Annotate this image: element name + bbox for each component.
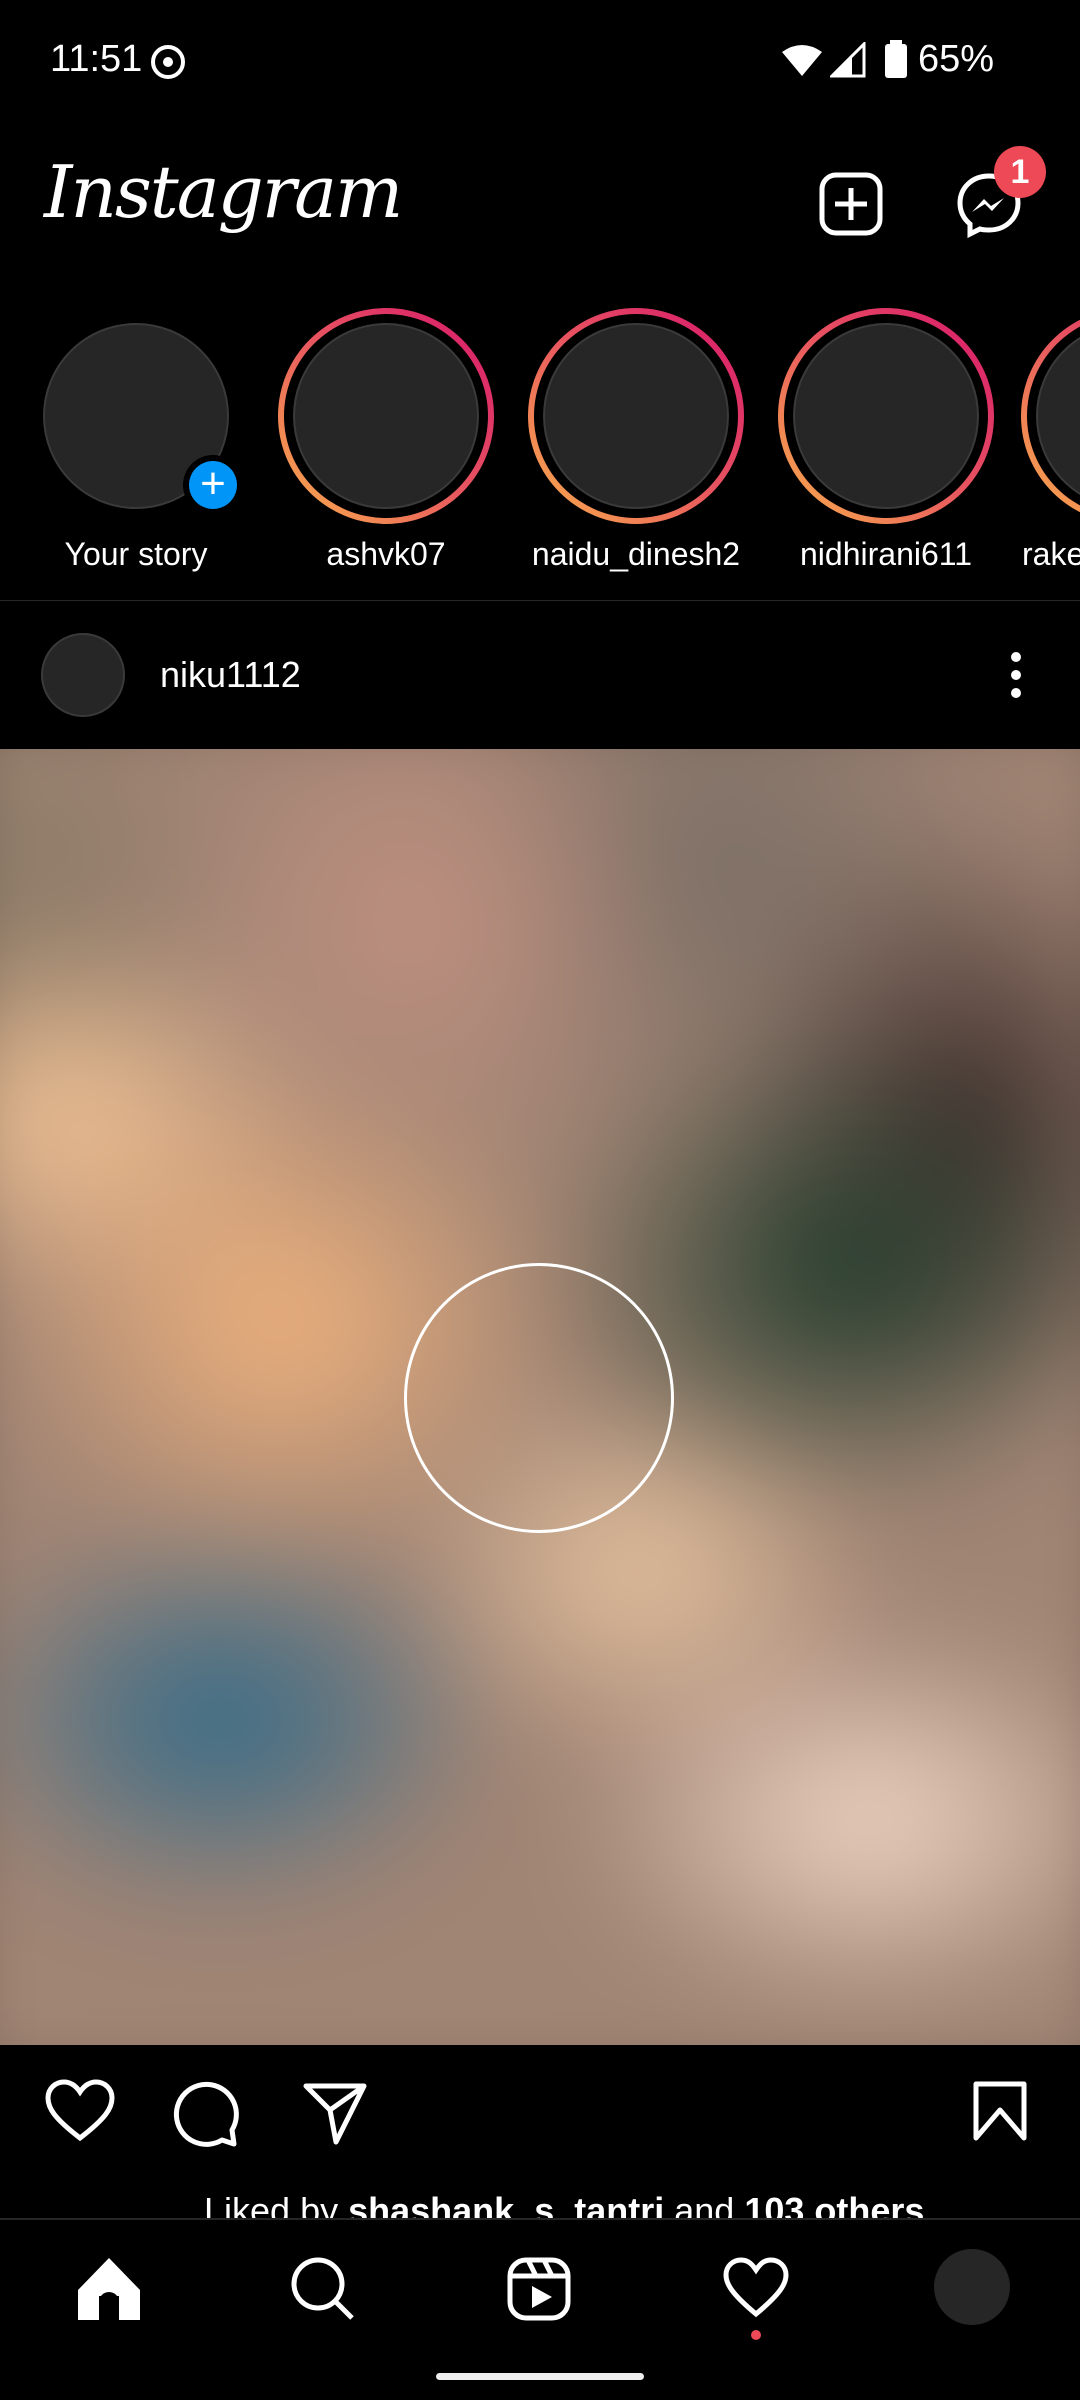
battery-icon <box>884 40 908 80</box>
search-icon <box>291 2257 354 2320</box>
story-label: naidu_dinesh2 <box>531 536 741 572</box>
story-label: nidhirani611 <box>800 536 972 572</box>
comment-button[interactable] <box>172 2078 242 2148</box>
nav-activity[interactable] <box>722 2256 790 2320</box>
nav-home[interactable] <box>76 2256 142 2322</box>
reels-icon <box>507 2257 571 2321</box>
battery-percent: 65% <box>918 38 995 80</box>
share-button[interactable] <box>302 2082 368 2146</box>
story-item[interactable]: rakesh <box>1021 308 1080 573</box>
nav-search[interactable] <box>290 2256 356 2322</box>
save-button[interactable] <box>972 2080 1028 2142</box>
divider <box>0 600 1080 601</box>
heart-icon <box>723 2257 789 2318</box>
add-story-icon[interactable]: + <box>183 455 243 515</box>
like-button[interactable] <box>44 2078 116 2144</box>
story-label: ashvk07 <box>326 536 446 572</box>
nav-profile-avatar[interactable] <box>934 2249 1010 2325</box>
likes-summary[interactable]: Liked by shashank_s_tantri and 103 other… <box>204 2190 924 2218</box>
instagram-logo[interactable]: Instagram <box>44 150 403 234</box>
story-item[interactable]: naidu_dinesh2 <box>521 308 751 573</box>
post-username[interactable]: niku1112 <box>160 654 301 696</box>
story-label: rakesh <box>1022 536 1080 572</box>
messages-badge: 1 <box>994 146 1046 198</box>
post-author-avatar[interactable] <box>41 633 125 717</box>
story-item[interactable]: ashvk07 <box>271 308 501 573</box>
post-image[interactable] <box>0 749 1080 2045</box>
status-time: 11:51 <box>50 38 143 80</box>
activity-dot <box>751 2330 761 2340</box>
loading-circle <box>404 1263 674 1533</box>
home-icon <box>78 2258 140 2320</box>
liked-by-user[interactable]: shashank_s_tantri <box>348 2190 664 2218</box>
wifi-icon <box>780 42 824 78</box>
more-options-icon[interactable] <box>1004 650 1028 700</box>
new-post-button[interactable] <box>819 172 883 236</box>
signal-icon <box>830 42 866 78</box>
soccer-icon <box>150 44 186 80</box>
story-your-story[interactable]: + Your story <box>21 308 251 573</box>
nav-reels[interactable] <box>506 2256 572 2322</box>
liked-count[interactable]: 103 others <box>744 2190 924 2218</box>
story-label: Your story <box>64 536 208 572</box>
story-item[interactable]: nidhirani611 <box>771 308 1001 573</box>
nav-divider <box>0 2218 1080 2220</box>
home-indicator[interactable] <box>436 2373 644 2380</box>
